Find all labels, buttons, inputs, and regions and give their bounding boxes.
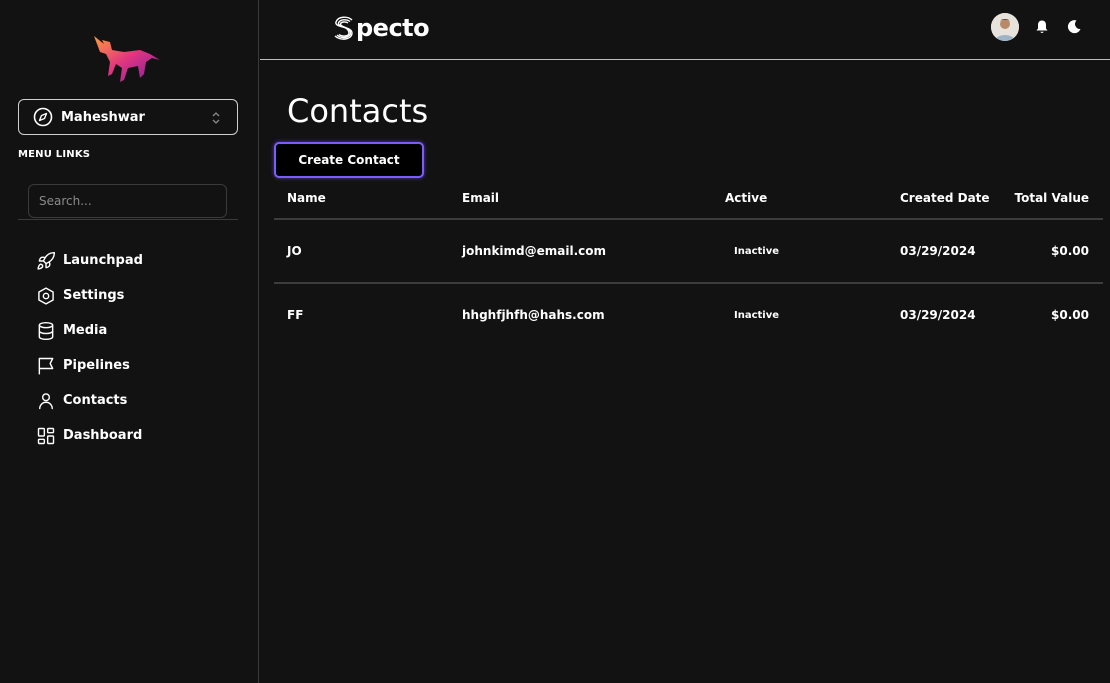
contact-email: johnkimd@email.com [462,244,607,258]
account-switcher[interactable]: Maheshwar [18,99,238,135]
table-row[interactable]: FF hhghfjhfh@hahs.com Inactive 03/29/202… [274,284,1103,348]
rocket-icon [37,251,56,270]
sidebar-item-label: Media [63,323,108,338]
total-value: $0.00 [1051,308,1089,322]
brand-name: pecto [356,14,430,42]
sidebar: Maheshwar MENU LINKS Launchpad Settings [0,0,259,683]
brand-s-mark-icon [334,16,353,40]
contacts-table: Name Email Active Created Date Total Val… [274,180,1103,348]
table-row[interactable]: JO johnkimd@email.com Inactive 03/29/202… [274,220,1103,284]
bell-icon[interactable] [1034,19,1050,35]
sidebar-item-media[interactable]: Media [36,313,143,348]
status-badge: Inactive [734,310,780,321]
contact-initials: FF [287,308,304,322]
compass-icon [33,107,53,127]
sidebar-item-label: Dashboard [63,428,143,443]
column-header-name[interactable]: Name [287,191,326,205]
avatar-image [991,13,1019,41]
sidebar-nav: Launchpad Settings Media Pipelines Conta… [36,243,143,453]
top-header: pecto [260,0,1110,60]
sidebar-item-label: Launchpad [63,253,143,268]
page-title: Contacts [287,92,429,130]
hexagon-settings-icon [38,286,54,305]
table-header: Name Email Active Created Date Total Val… [274,180,1103,220]
search-input[interactable] [28,184,227,218]
search-container [18,183,238,220]
brand-logo[interactable]: pecto [330,10,430,46]
database-icon [38,321,54,340]
column-header-email[interactable]: Email [462,191,499,205]
sidebar-item-label: Pipelines [63,358,130,373]
contact-email: hhghfjhfh@hahs.com [462,308,605,322]
total-value: $0.00 [1051,244,1089,258]
column-header-total-value[interactable]: Total Value [1015,191,1089,205]
layout-grid-icon [37,427,55,444]
sidebar-item-dashboard[interactable]: Dashboard [36,418,143,453]
sidebar-item-launchpad[interactable]: Launchpad [36,243,143,278]
sidebar-item-pipelines[interactable]: Pipelines [36,348,143,383]
moon-icon[interactable] [1066,19,1082,35]
status-badge: Inactive [734,246,780,257]
create-contact-button[interactable]: Create Contact [274,142,424,178]
contact-initials: JO [287,244,302,258]
unicorn-logo-icon [94,36,160,82]
column-header-active[interactable]: Active [725,191,767,205]
column-header-created-date[interactable]: Created Date [900,191,990,205]
sidebar-item-label: Contacts [63,393,128,408]
created-date: 03/29/2024 [900,244,976,258]
chevron-up-down-icon [212,112,220,124]
avatar[interactable] [991,13,1019,41]
menu-links-label: MENU LINKS [18,149,91,160]
user-icon [39,392,53,409]
sidebar-item-settings[interactable]: Settings [36,278,143,313]
created-date: 03/29/2024 [900,308,976,322]
flag-icon [38,357,54,374]
sidebar-item-label: Settings [63,288,125,303]
sidebar-item-contacts[interactable]: Contacts [36,383,143,418]
account-name: Maheshwar [61,109,145,125]
